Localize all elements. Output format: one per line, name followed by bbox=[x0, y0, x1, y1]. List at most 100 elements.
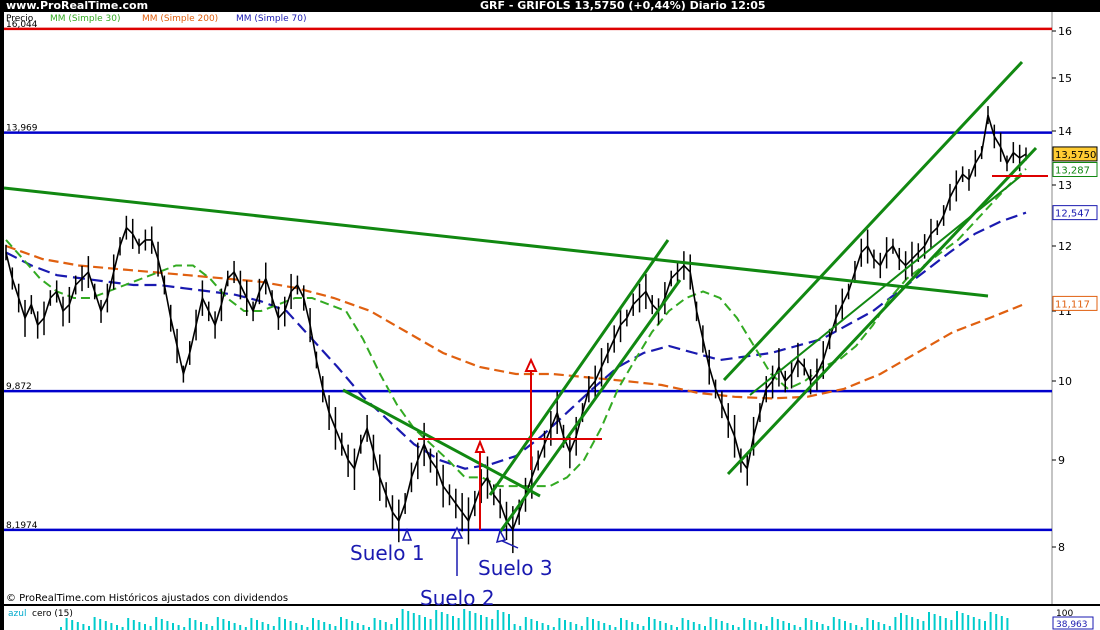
y-tick-label: 12 bbox=[1058, 240, 1072, 253]
volume-bar bbox=[754, 622, 757, 630]
volume-bar bbox=[211, 626, 214, 630]
volume-bar bbox=[603, 623, 606, 630]
volume-bar bbox=[284, 619, 286, 630]
chart-title: GRF - GRIFOLS 13,5750 (+0,44%) Diario 12… bbox=[480, 0, 766, 12]
volume-bar bbox=[127, 618, 130, 630]
volume-bar bbox=[620, 618, 622, 630]
volume-bar bbox=[295, 623, 298, 630]
chart-stage: www.ProRealTime.com GRF - GRIFOLS 13,575… bbox=[0, 0, 1100, 630]
volume-bar bbox=[110, 623, 113, 630]
volume-bar bbox=[418, 615, 421, 630]
volume-bar bbox=[849, 623, 852, 630]
volume-bar bbox=[939, 616, 942, 630]
volume-bar bbox=[272, 626, 275, 630]
volume-bar bbox=[200, 622, 202, 630]
volume-bar bbox=[463, 609, 466, 630]
volume-bar bbox=[877, 622, 880, 630]
volume-bar bbox=[967, 615, 970, 630]
volume-bar bbox=[239, 625, 242, 630]
volume-bar bbox=[155, 617, 158, 630]
volume-bar bbox=[788, 623, 790, 630]
volume-bar bbox=[384, 622, 387, 630]
volume-label: azul bbox=[8, 609, 26, 619]
volume-bar bbox=[82, 624, 85, 630]
volume-bar bbox=[1006, 618, 1009, 630]
volume-bar bbox=[905, 615, 908, 630]
volume-bar bbox=[228, 621, 230, 630]
volume-bar bbox=[317, 620, 320, 630]
volume-bar bbox=[821, 624, 824, 630]
main-panel bbox=[4, 12, 1052, 604]
volume-bar bbox=[1000, 616, 1003, 630]
volume-bar bbox=[457, 618, 460, 630]
volume-bar bbox=[900, 613, 902, 630]
volume-bar bbox=[681, 618, 684, 630]
volume-bar bbox=[334, 626, 337, 630]
volume-bar bbox=[720, 621, 723, 630]
volume-bar bbox=[172, 623, 174, 630]
volume-bar bbox=[586, 617, 589, 630]
volume-bar bbox=[653, 619, 656, 630]
volume-bar bbox=[810, 620, 813, 630]
volume-bar bbox=[894, 617, 897, 630]
volume-bar bbox=[793, 625, 796, 630]
right-tag-label: 11,117 bbox=[1055, 299, 1090, 310]
volume-bar bbox=[340, 617, 342, 630]
legend-ma30: MM (Simple 30) bbox=[50, 14, 120, 24]
volume-bar bbox=[93, 617, 96, 630]
volume-bar bbox=[715, 619, 718, 630]
volume-bar bbox=[597, 621, 600, 630]
volume-bar bbox=[446, 614, 449, 630]
volume-bar bbox=[664, 623, 667, 630]
y-tick-label: 16 bbox=[1058, 25, 1072, 38]
volume-bar bbox=[916, 619, 919, 630]
volume-bar bbox=[149, 626, 152, 630]
volume-bar bbox=[216, 617, 219, 630]
horizontal-level-label: 16,044 bbox=[6, 20, 38, 30]
right-tag-label: 13,5750 bbox=[1055, 150, 1096, 161]
volume-bar bbox=[267, 624, 270, 630]
volume-bar bbox=[692, 622, 695, 630]
volume-bar bbox=[704, 626, 706, 630]
volume-bar bbox=[838, 619, 841, 630]
volume-bar bbox=[804, 618, 807, 630]
volume-bar bbox=[547, 625, 550, 630]
volume-bar bbox=[104, 621, 107, 630]
volume-bar bbox=[933, 614, 936, 630]
volume-bar bbox=[631, 622, 634, 630]
y-tick-label: 9 bbox=[1058, 454, 1065, 467]
legend-ma70: MM (Simple 70) bbox=[236, 14, 306, 24]
volume-bar bbox=[989, 612, 992, 630]
volume-bar bbox=[160, 619, 163, 630]
volume-bar bbox=[564, 620, 566, 630]
volume-bar bbox=[659, 621, 662, 630]
volume-bar bbox=[485, 617, 488, 630]
volume-bar bbox=[536, 621, 538, 630]
volume-bar bbox=[144, 624, 146, 630]
volume-bar bbox=[748, 620, 751, 630]
y-tick-label: 13 bbox=[1058, 179, 1072, 192]
volume-bar bbox=[188, 618, 191, 630]
volume-bar bbox=[222, 619, 225, 630]
price-chart[interactable]: www.ProRealTime.com GRF - GRIFOLS 13,575… bbox=[0, 0, 1100, 630]
volume-bar bbox=[978, 619, 981, 630]
site-name[interactable]: www.ProRealTime.com bbox=[6, 0, 148, 12]
volume-bar bbox=[776, 619, 779, 630]
right-tag-label: 12,547 bbox=[1055, 209, 1090, 220]
volume-bar bbox=[956, 611, 958, 630]
volume-bar bbox=[429, 619, 432, 630]
volume-bar bbox=[362, 625, 365, 630]
volume-bar bbox=[844, 621, 846, 630]
volume-bar bbox=[452, 616, 454, 630]
volume-bar bbox=[390, 624, 393, 630]
volume-bar bbox=[65, 618, 68, 630]
volume-bar bbox=[866, 618, 869, 630]
volume-bar bbox=[356, 623, 359, 630]
volume-bar bbox=[328, 624, 331, 630]
volume-bar bbox=[480, 615, 482, 630]
volume-bar bbox=[88, 626, 90, 630]
volume-bar bbox=[502, 612, 505, 630]
volume-bar bbox=[569, 622, 572, 630]
horizontal-level-label: 9,872 bbox=[6, 382, 32, 392]
volume-bar bbox=[888, 626, 891, 630]
